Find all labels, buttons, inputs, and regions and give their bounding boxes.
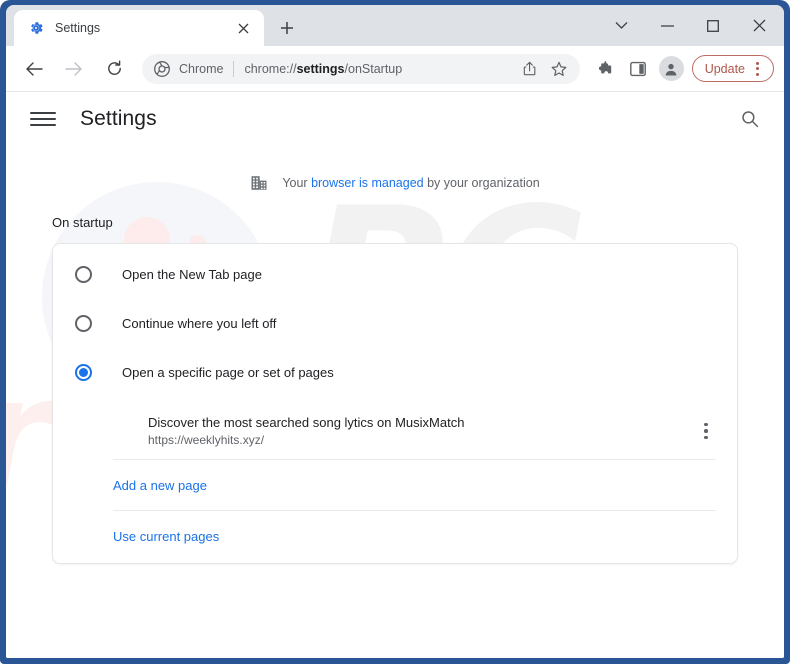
tab-strip: Settings (6, 5, 784, 46)
radio-label: Open the New Tab page (122, 267, 262, 282)
side-panel-icon (630, 61, 646, 77)
radio-label: Continue where you left off (122, 316, 276, 331)
arrow-right-icon (65, 61, 83, 77)
settings-gear-favicon (28, 20, 44, 36)
add-new-page-link[interactable]: Add a new page (113, 478, 207, 493)
extensions-button[interactable] (591, 55, 619, 83)
startup-page-texts: Discover the most searched song lytics o… (148, 415, 691, 447)
more-vert-icon[interactable] (691, 416, 721, 446)
new-tab-button[interactable] (274, 15, 300, 41)
arrow-left-icon (25, 61, 43, 77)
managed-suffix: by your organization (424, 176, 540, 190)
startup-page-title: Discover the most searched song lytics o… (148, 415, 691, 430)
update-button[interactable]: Update (692, 55, 774, 82)
omnibox-brand-label: Chrome (179, 62, 223, 76)
startup-option-specific-pages[interactable]: Open a specific page or set of pages (53, 348, 737, 397)
managed-banner-text: Your browser is managed by your organiza… (282, 176, 539, 190)
search-icon (741, 110, 759, 128)
bookmark-button[interactable] (546, 56, 572, 82)
add-new-page-row[interactable]: Add a new page (53, 460, 737, 510)
maximize-icon (707, 20, 719, 32)
radio-label: Open a specific page or set of pages (122, 365, 334, 380)
update-label: Update (705, 62, 745, 76)
chrome-menu-icon[interactable] (748, 59, 766, 79)
radio-button[interactable] (75, 266, 92, 283)
managed-link[interactable]: browser is managed (311, 176, 424, 190)
tab-close-icon[interactable] (232, 17, 254, 39)
reload-button[interactable] (98, 53, 130, 85)
managed-prefix: Your (282, 176, 311, 190)
share-button[interactable] (518, 56, 544, 82)
close-window-button[interactable] (736, 9, 782, 43)
radio-button[interactable] (75, 315, 92, 332)
address-bar[interactable]: Chrome chrome://settings/onStartup (142, 54, 580, 84)
url-host: settings (297, 62, 345, 76)
startup-page-url: https://weeklyhits.xyz/ (148, 433, 691, 447)
search-settings-button[interactable] (734, 103, 766, 135)
side-panel-button[interactable] (624, 55, 652, 83)
plus-icon (280, 21, 294, 35)
minimize-icon (661, 25, 674, 27)
startup-option-new-tab[interactable]: Open the New Tab page (53, 250, 737, 299)
share-icon (523, 61, 538, 76)
omnibox-separator (233, 61, 234, 77)
minimize-button[interactable] (644, 9, 690, 43)
browser-toolbar: Chrome chrome://settings/onStartup (6, 46, 784, 92)
puzzle-piece-icon (596, 60, 613, 77)
on-startup-card: Open the New Tab page Continue where you… (52, 243, 738, 564)
browser-window: Settings (0, 0, 790, 664)
chrome-logo-icon (154, 61, 170, 77)
use-current-pages-link[interactable]: Use current pages (113, 529, 219, 544)
chevron-down-icon (615, 21, 628, 30)
radio-button-selected[interactable] (75, 364, 92, 381)
startup-option-continue[interactable]: Continue where you left off (53, 299, 737, 348)
use-current-pages-row[interactable]: Use current pages (53, 511, 737, 561)
omnibox-url-text: chrome://settings/onStartup (244, 62, 515, 76)
close-icon (238, 23, 249, 34)
back-button[interactable] (18, 53, 50, 85)
reload-icon (106, 60, 123, 77)
maximize-button[interactable] (690, 9, 736, 43)
star-icon (551, 61, 567, 77)
settings-page: PC risk.com Settings Your browser is man… (6, 92, 784, 658)
browser-tab-settings[interactable]: Settings (14, 10, 264, 46)
tab-title: Settings (55, 21, 232, 35)
tab-search-button[interactable] (598, 9, 644, 43)
window-controls (598, 5, 782, 46)
profile-avatar-icon (663, 61, 679, 77)
url-path: /onStartup (345, 62, 403, 76)
section-label-on-startup: On startup (52, 215, 784, 230)
settings-header: Settings (6, 92, 784, 146)
url-prefix: chrome:// (244, 62, 296, 76)
hamburger-menu-icon[interactable] (30, 106, 56, 132)
close-icon (753, 19, 766, 32)
business-building-icon (250, 174, 268, 192)
forward-button[interactable] (58, 53, 90, 85)
managed-banner: Your browser is managed by your organiza… (6, 174, 784, 192)
page-title: Settings (80, 107, 734, 131)
startup-page-row: Discover the most searched song lytics o… (53, 403, 737, 459)
profile-button[interactable] (659, 56, 684, 81)
